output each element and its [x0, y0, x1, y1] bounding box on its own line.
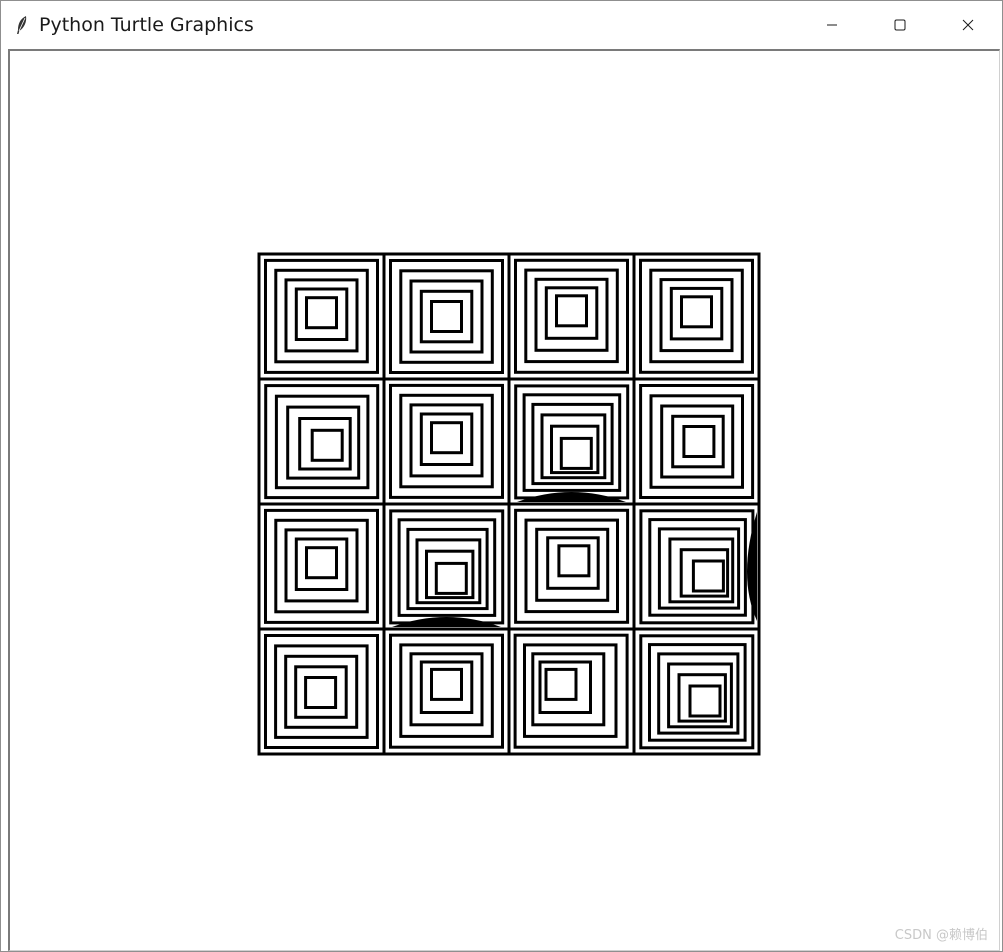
minimize-icon [827, 24, 837, 25]
nested-square [649, 394, 744, 489]
window-title: Python Turtle Graphics [39, 13, 254, 36]
nested-square [649, 268, 744, 364]
maximize-button[interactable] [866, 1, 934, 48]
nested-square [677, 673, 727, 723]
nested-square [389, 259, 504, 374]
nested-square [555, 294, 588, 328]
nested-square [305, 546, 338, 580]
nested-square [559, 436, 593, 470]
close-icon [962, 19, 974, 30]
nested-square [691, 559, 725, 593]
nested-square [304, 676, 338, 709]
nested-square [557, 544, 591, 578]
nested-square [264, 258, 379, 374]
nested-square [294, 665, 348, 719]
nested-square [274, 644, 369, 739]
maximize-icon [894, 19, 906, 30]
nested-square [514, 508, 630, 624]
close-button[interactable] [934, 1, 1002, 48]
nested-square [274, 394, 370, 490]
nested-square [639, 384, 755, 499]
nested-square [264, 384, 380, 500]
turtle-window: Python Turtle Graphics CSDN @赖博伯 [0, 0, 1003, 952]
nested-square [389, 633, 504, 749]
window-controls [798, 1, 1002, 48]
nested-square [544, 667, 578, 701]
nested-square [531, 652, 606, 727]
nested-square [419, 289, 474, 344]
nested-square [682, 425, 716, 458]
nested-square [399, 269, 494, 364]
nested-square [264, 634, 379, 749]
nested-square [514, 258, 629, 374]
nested-square [389, 383, 504, 499]
nested-square [524, 518, 619, 614]
turtle-canvas-area[interactable] [8, 49, 1000, 951]
nested-square [523, 643, 618, 738]
nested-square [679, 548, 730, 598]
filled-arc-edge [517, 492, 626, 502]
nested-square [264, 508, 379, 624]
nested-square [639, 258, 754, 374]
nested-square [434, 561, 468, 595]
nested-square [430, 300, 463, 333]
nested-square [399, 393, 494, 489]
watermark: CSDN @赖博伯 [894, 928, 988, 943]
title-bar[interactable]: Python Turtle Graphics [1, 1, 1002, 48]
nested-square [430, 421, 463, 455]
nested-square [688, 684, 722, 718]
feather-icon [15, 15, 33, 35]
nested-square [524, 268, 619, 364]
nested-square [274, 518, 369, 614]
nested-square [274, 268, 369, 364]
filled-arc-edge [392, 617, 501, 627]
nested-square [430, 667, 463, 701]
turtle-drawing [257, 252, 761, 756]
nested-square [305, 296, 338, 330]
nested-square [671, 414, 725, 469]
minimize-button[interactable] [798, 1, 866, 48]
nested-square [680, 295, 713, 329]
nested-square [399, 643, 494, 738]
nested-square [310, 428, 344, 462]
